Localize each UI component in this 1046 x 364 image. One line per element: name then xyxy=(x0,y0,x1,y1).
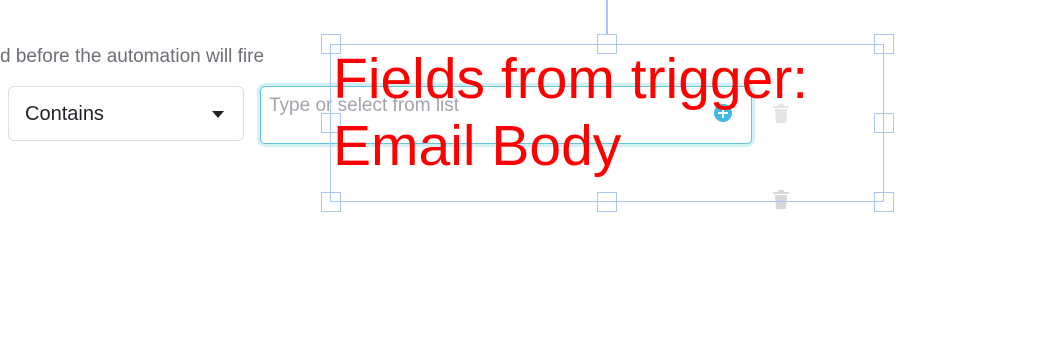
operator-select-value: Contains xyxy=(25,103,104,125)
condition-helper-text: d before the automation will fire xyxy=(0,46,265,67)
resize-handle-bottom-left[interactable] xyxy=(321,192,341,212)
trash-icon[interactable] xyxy=(772,190,790,210)
automation-condition-editor: d before the automation will fire Contai… xyxy=(0,0,1046,364)
rotation-connector-line xyxy=(606,0,608,34)
operator-select[interactable]: Contains xyxy=(8,86,244,141)
resize-handle-bottom[interactable] xyxy=(597,192,617,212)
resize-handle-bottom-right[interactable] xyxy=(874,192,894,212)
annotation-text[interactable]: Fields from trigger: Email Body xyxy=(333,46,893,180)
caret-down-icon xyxy=(212,111,224,118)
